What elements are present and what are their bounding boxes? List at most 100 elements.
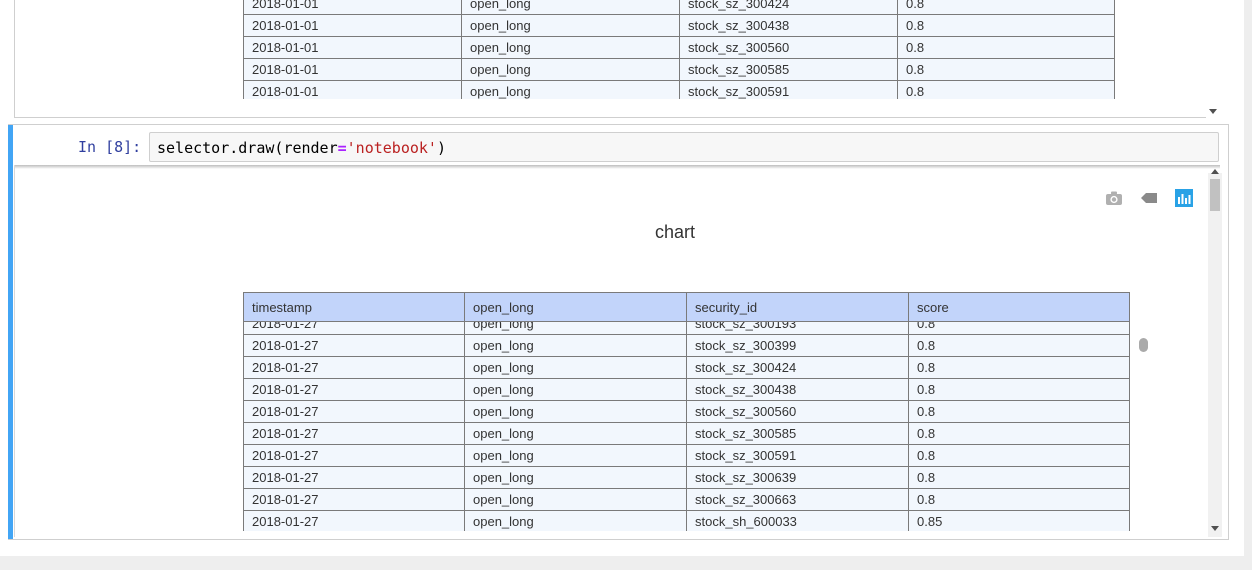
table-cell: 0.8 — [908, 378, 1130, 401]
table-cell: stock_sh_600033 — [686, 510, 909, 533]
table-cell: 2018-01-01 — [243, 0, 462, 15]
table-cell: open_long — [461, 14, 680, 37]
table-cell: open_long — [464, 400, 687, 423]
code-cell-selected[interactable]: In [8]: selector.draw(render='notebook') — [8, 124, 1229, 540]
table-cell: 0.8 — [908, 400, 1130, 423]
table-row: 2018-01-01 open_long stock_sz_300560 0.8 — [243, 36, 1115, 59]
notebook-page: 2018-01-01 open_long stock_sz_300424 0.8… — [0, 0, 1244, 556]
cell-selection-bar — [8, 125, 13, 539]
table-cell: 0.8 — [897, 36, 1115, 59]
previous-output-area[interactable]: 2018-01-01 open_long stock_sz_300424 0.8… — [14, 0, 1206, 118]
table-cell: stock_sz_300424 — [679, 0, 898, 15]
camera-icon[interactable] — [1104, 189, 1124, 207]
table-cell: 2018-01-27 — [243, 444, 465, 467]
table-cell: stock_sz_300424 — [686, 356, 909, 379]
previous-output-scrollbar[interactable] — [1206, 0, 1220, 118]
table-cell: open_long — [464, 356, 687, 379]
table-cell: stock_sz_300639 — [686, 466, 909, 489]
data-table-body[interactable]: 2018-01-27 open_long stock_sz_300193 0.8… — [243, 322, 1130, 535]
table-cell: 2018-01-01 — [243, 58, 462, 81]
scroll-down-arrow-icon[interactable] — [1209, 109, 1217, 114]
table-cell: 0.8 — [897, 58, 1115, 81]
table-cell: stock_sz_300560 — [679, 36, 898, 59]
table-cell: open_long — [464, 378, 687, 401]
code-object: selector.draw — [157, 139, 275, 157]
output-scrollbar[interactable] — [1208, 169, 1222, 537]
scroll-down-arrow-icon[interactable] — [1211, 526, 1219, 531]
cell-output-area[interactable]: chart timestamp open_long security_id sc… — [14, 165, 1220, 537]
previous-output-table: 2018-01-01 open_long stock_sz_300424 0.8… — [243, 0, 1115, 103]
table-cell: 0.8 — [908, 334, 1130, 357]
output-scrollbar-thumb[interactable] — [1210, 179, 1220, 211]
table-cell: open_long — [461, 58, 680, 81]
table-cell: 0.8 — [908, 422, 1130, 445]
chart-title: chart — [655, 222, 696, 242]
table-row: 2018-01-27 open_long stock_sz_300663 0.8 — [243, 488, 1130, 511]
table-row: 2018-01-27 open_long stock_sz_300193 0.8 — [243, 322, 1130, 335]
scroll-up-arrow-icon[interactable] — [1211, 169, 1219, 174]
table-cell: stock_sz_300585 — [679, 58, 898, 81]
output-clip-edge — [155, 531, 1215, 537]
previous-output-cell: 2018-01-01 open_long stock_sz_300424 0.8… — [14, 0, 1220, 118]
input-prompt: In [8]: — [78, 138, 142, 156]
table-row: 2018-01-01 open_long stock_sz_300424 0.8 — [243, 0, 1115, 15]
code-arg-value: 'notebook' — [346, 139, 437, 157]
table-cell: 2018-01-27 — [243, 422, 465, 445]
table-cell: open_long — [464, 466, 687, 489]
table-cell: stock_sz_300193 — [686, 322, 909, 335]
table-row: 2018-01-27 open_long stock_sz_300585 0.8 — [243, 422, 1130, 445]
table-cell: stock_sz_300438 — [679, 14, 898, 37]
table-header-row: timestamp open_long security_id score — [243, 292, 1130, 322]
table-cell: open_long — [461, 36, 680, 59]
table-row: 2018-01-27 open_long stock_sz_300560 0.8 — [243, 400, 1130, 423]
table-row: 2018-01-27 open_long stock_sz_300424 0.8 — [243, 356, 1130, 379]
table-cell: 0.8 — [908, 356, 1130, 379]
output-clip-edge — [155, 99, 1206, 117]
code-input[interactable]: selector.draw(render='notebook') — [149, 132, 1219, 162]
table-cell: 2018-01-27 — [243, 466, 465, 489]
table-cell: 2018-01-27 — [243, 400, 465, 423]
table-cell: 0.8 — [897, 0, 1115, 15]
table-cell: 0.8 — [897, 14, 1115, 37]
table-cell: 2018-01-27 — [243, 510, 465, 533]
table-cell: stock_sz_300585 — [686, 422, 909, 445]
output-top-shadow — [15, 165, 1220, 169]
table-cell: open_long — [464, 422, 687, 445]
table-row: 2018-01-27 open_long stock_sz_300591 0.8 — [243, 444, 1130, 467]
table-cell: open_long — [464, 322, 687, 335]
table-cell: open_long — [464, 510, 687, 533]
table-cell: open_long — [461, 0, 680, 15]
eraser-icon[interactable] — [1139, 189, 1159, 207]
table-cell: 2018-01-27 — [243, 322, 465, 335]
table-cell: 0.8 — [908, 466, 1130, 489]
table-cell: stock_sz_300560 — [686, 400, 909, 423]
table-scrollbar-thumb[interactable] — [1139, 338, 1148, 352]
table-cell: 2018-01-27 — [243, 356, 465, 379]
table-cell: open_long — [464, 334, 687, 357]
table-row: 2018-01-27 open_long stock_sh_600033 0.8… — [243, 510, 1130, 533]
column-header-timestamp: timestamp — [243, 292, 465, 322]
table-row: 2018-01-27 open_long stock_sz_300399 0.8 — [243, 334, 1130, 357]
code-close-paren: ) — [436, 139, 446, 157]
table-cell: stock_sz_300438 — [686, 378, 909, 401]
table-cell: open_long — [464, 488, 687, 511]
table-row: 2018-01-01 open_long stock_sz_300585 0.8 — [243, 58, 1115, 81]
column-header-open-long: open_long — [464, 292, 687, 322]
table-cell: 2018-01-27 — [243, 378, 465, 401]
data-table[interactable]: timestamp open_long security_id score 20… — [243, 292, 1130, 535]
table-row: 2018-01-27 open_long stock_sz_300639 0.8 — [243, 466, 1130, 489]
column-header-score: score — [908, 292, 1130, 322]
table-cell: 0.8 — [908, 444, 1130, 467]
table-cell: stock_sz_300399 — [686, 334, 909, 357]
table-cell: 0.8 — [908, 488, 1130, 511]
code-arg-name: render — [283, 139, 338, 157]
bar-chart-icon[interactable] — [1174, 189, 1194, 207]
table-cell: 2018-01-27 — [243, 334, 465, 357]
column-header-security-id: security_id — [686, 292, 909, 322]
data-table-header: timestamp open_long security_id score — [243, 292, 1130, 322]
table-cell: 2018-01-01 — [243, 36, 462, 59]
table-cell: 0.85 — [908, 510, 1130, 533]
table-cell: stock_sz_300591 — [686, 444, 909, 467]
table-cell: 2018-01-01 — [243, 14, 462, 37]
table-row: 2018-01-27 open_long stock_sz_300438 0.8 — [243, 378, 1130, 401]
